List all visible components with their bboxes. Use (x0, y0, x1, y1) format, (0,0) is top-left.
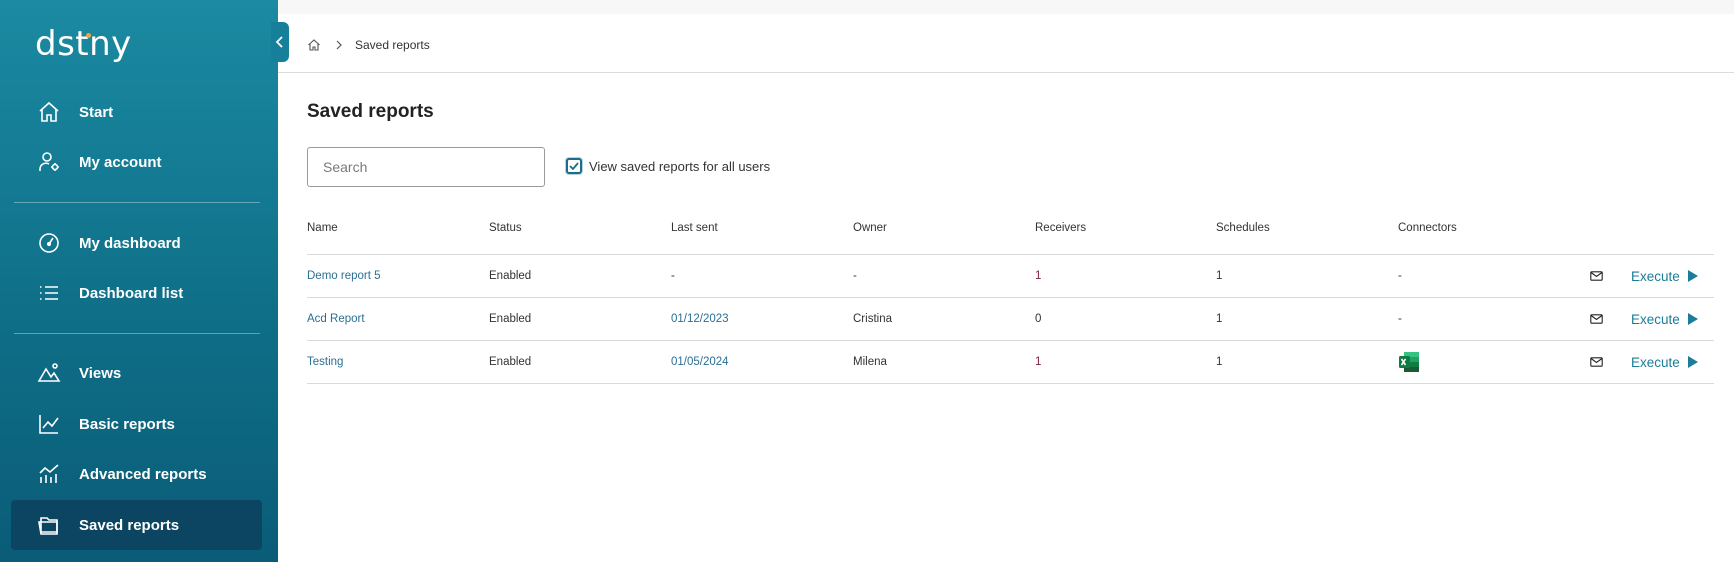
report-owner: Cristina (853, 313, 892, 325)
breadcrumb-home-icon[interactable] (307, 38, 321, 52)
collapse-sidebar-button[interactable] (271, 22, 289, 62)
chevron-left-icon (275, 36, 283, 48)
header-divider (278, 72, 1734, 73)
sidebar-item-basic-reports[interactable]: Basic reports (11, 400, 262, 448)
sidebar-item-dashboard-list[interactable]: Dashboard list (11, 269, 262, 317)
report-schedules: 1 (1216, 270, 1223, 282)
execute-label: Execute (1631, 268, 1680, 284)
sidebar-item-label: Saved reports (79, 516, 180, 534)
user-settings-icon (37, 150, 61, 174)
list-icon (37, 281, 61, 305)
sidebar-item-label: Views (79, 364, 122, 382)
column-header-connectors: Connectors (1398, 222, 1457, 234)
breadcrumb-current: Saved reports (355, 38, 430, 52)
sidebar-item-label: Start (79, 103, 114, 121)
report-status: Enabled (489, 356, 532, 368)
play-icon (1687, 313, 1698, 325)
folder-icon (37, 513, 61, 537)
execute-label: Execute (1631, 311, 1680, 327)
report-owner: - (853, 270, 857, 282)
sidebar-divider (14, 202, 260, 203)
logo-dot (86, 33, 91, 38)
sidebar-divider (14, 333, 260, 334)
table-row: Acd Report Enabled 01/12/2023 Cristina 0… (307, 298, 1714, 341)
report-receivers[interactable]: 1 (1035, 341, 1041, 383)
execute-button[interactable]: Execute (1631, 255, 1698, 297)
column-header-receivers: Receivers (1035, 222, 1087, 234)
sidebar-item-label: Basic reports (79, 415, 175, 433)
report-connectors: - (1398, 313, 1402, 325)
top-strip (278, 0, 1734, 14)
report-owner: Milena (853, 356, 887, 368)
report-status: Enabled (489, 270, 532, 282)
search-input[interactable] (307, 147, 545, 187)
view-all-users-toggle[interactable]: View saved reports for all users (566, 158, 770, 174)
excel-icon[interactable] (1398, 341, 1420, 383)
sidebar-item-views[interactable]: Views (11, 349, 262, 397)
table-row: Testing Enabled 01/05/2024 Milena 1 1 Ex… (307, 341, 1714, 384)
breadcrumb: Saved reports (307, 38, 430, 52)
sidebar: dstny Start My account My dashboard Dash… (0, 0, 278, 562)
gauge-icon (37, 231, 61, 255)
report-schedules: 1 (1216, 356, 1223, 368)
report-last-sent: - (671, 270, 675, 282)
report-connectors: - (1398, 270, 1402, 282)
sidebar-item-my-dashboard[interactable]: My dashboard (11, 219, 262, 267)
logo-text: dstny (35, 24, 132, 64)
play-icon (1687, 270, 1698, 282)
sidebar-item-label: My account (79, 153, 162, 171)
view-all-users-label: View saved reports for all users (589, 158, 771, 174)
check-icon (569, 162, 579, 170)
page-title: Saved reports (307, 101, 434, 122)
report-last-sent[interactable]: 01/12/2023 (671, 298, 729, 340)
sidebar-item-saved-reports[interactable]: Saved reports (11, 500, 262, 550)
home-icon (37, 100, 61, 124)
report-receivers[interactable]: 1 (1035, 255, 1041, 297)
report-receivers: 0 (1035, 313, 1042, 325)
sidebar-item-label: My dashboard (79, 234, 181, 252)
mail-icon[interactable] (1590, 255, 1603, 297)
report-status: Enabled (489, 313, 532, 325)
play-icon (1687, 356, 1698, 368)
saved-reports-table: Name Status Last sent Owner Receivers Sc… (307, 215, 1714, 384)
bar-line-chart-icon (37, 462, 61, 486)
view-all-users-checkbox[interactable] (566, 158, 582, 174)
mail-icon[interactable] (1590, 341, 1603, 383)
column-header-name: Name (307, 222, 338, 234)
table-row: Demo report 5 Enabled - - 1 1 - Execute (307, 255, 1714, 298)
column-header-owner: Owner (853, 222, 887, 234)
report-name-link[interactable]: Demo report 5 (307, 255, 381, 297)
column-header-status: Status (489, 222, 522, 234)
sidebar-item-advanced-reports[interactable]: Advanced reports (11, 450, 262, 498)
report-schedules: 1 (1216, 313, 1223, 325)
sidebar-item-label: Advanced reports (79, 465, 207, 483)
sidebar-item-start[interactable]: Start (11, 88, 262, 136)
chevron-right-icon (335, 40, 343, 50)
column-header-last-sent: Last sent (671, 222, 718, 234)
execute-button[interactable]: Execute (1631, 298, 1698, 340)
dstny-logo[interactable]: dstny (35, 24, 132, 64)
column-header-schedules: Schedules (1216, 222, 1270, 234)
report-last-sent[interactable]: 01/05/2024 (671, 341, 729, 383)
mail-icon[interactable] (1590, 298, 1603, 340)
report-name-link[interactable]: Testing (307, 341, 343, 383)
line-chart-icon (37, 412, 61, 436)
execute-button[interactable]: Execute (1631, 341, 1698, 383)
execute-label: Execute (1631, 354, 1680, 370)
sidebar-item-my-account[interactable]: My account (11, 138, 262, 186)
table-header: Name Status Last sent Owner Receivers Sc… (307, 215, 1714, 255)
report-name-link[interactable]: Acd Report (307, 298, 365, 340)
sidebar-item-label: Dashboard list (79, 284, 184, 302)
mountain-icon (37, 361, 61, 385)
